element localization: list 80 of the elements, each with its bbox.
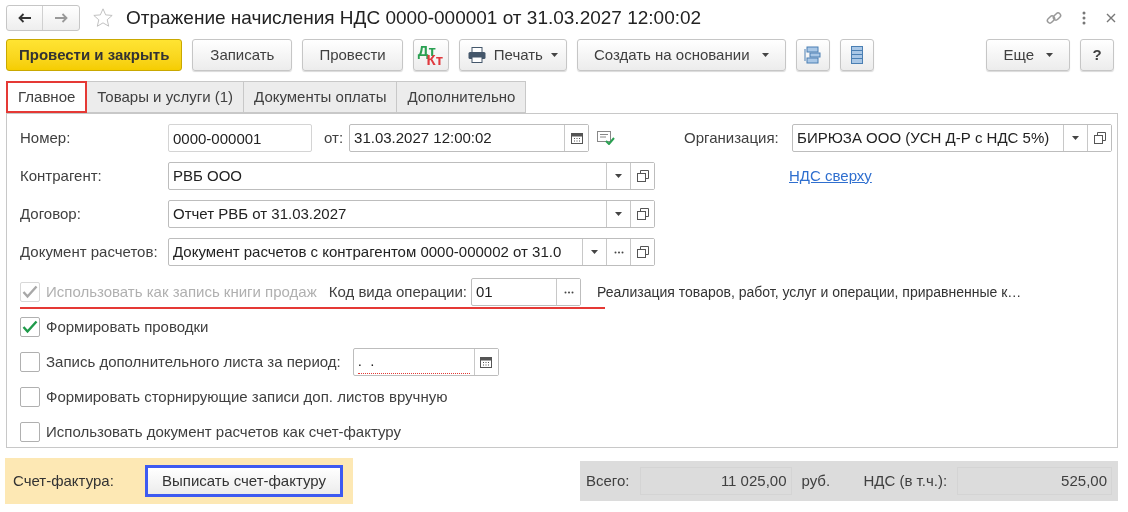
open-button[interactable] [1087,125,1112,151]
select-field[interactable]: Отчет РВБ от 31.03.2027 [168,200,655,228]
printer-icon [467,47,486,63]
currency-label: руб. [801,470,832,491]
list-button[interactable] [839,39,874,71]
calendar-icon [480,356,493,368]
close-icon[interactable] [1106,13,1116,23]
checkbox-label: Запись дополнительного листа за период: [46,351,341,372]
post-and-close-button[interactable]: Провести и закрыть [6,39,183,71]
open-button[interactable] [630,201,654,227]
vat-on-top-link[interactable]: НДС сверху [789,164,872,188]
checkbox-label: Формировать сторнирующие записи доп. листов вручную [46,386,448,407]
link-icon[interactable] [1046,10,1062,26]
structure-button[interactable] [795,39,830,71]
checkbox-label: Использовать как запись книги продаж [46,281,317,302]
select-field[interactable]: Документ расчетов с контрагентом 0000-000002 от 31.0 [168,238,655,266]
organization-field[interactable]: БИРЮЗА ООО (УСН Д-Р с НДС 5%) [792,124,1113,152]
debit-credit-button[interactable]: Дт Кт [412,39,449,71]
number-field[interactable]: 0000-000001 [168,124,312,152]
checkbox-label: Использовать документ расчетов как счет-фактуру [46,421,401,442]
select-field[interactable]: РВБ ООО [168,162,655,190]
caret-icon [550,53,558,57]
field-label: Номер: [20,127,72,148]
caret-icon [615,174,622,178]
caret-icon [1072,136,1080,140]
more-icon[interactable] [1082,11,1086,25]
field-label: Организация: [684,127,780,148]
caret-icon [591,250,598,254]
checkbox-label: Формировать проводки [46,316,209,337]
window-title: Отражение начисления НДС 0000-000001 от 31.03.2027 12:00:02 [126,5,702,30]
checkmark-icon [22,320,38,334]
open-window-icon [636,170,649,182]
calendar-button[interactable] [564,125,589,151]
open-window-icon [636,208,649,220]
tab[interactable]: Главное [6,81,88,113]
arrow-right-icon [54,13,68,23]
star-icon[interactable] [92,7,114,29]
checkbox[interactable] [20,352,40,372]
caret-icon [615,212,622,216]
menu-button[interactable]: Создать на основании [576,39,786,71]
open-window-icon [636,246,649,258]
checkbox[interactable] [20,422,40,442]
invoice-label: Счет-фактура: [13,470,115,491]
total-label: Всего: [586,470,630,491]
caret-icon [761,53,769,57]
checkbox[interactable] [20,387,40,407]
ellipsis-icon [563,290,574,294]
ellipsis-icon [613,250,624,254]
field-label: от: [324,127,344,148]
checkbox[interactable] [20,317,40,337]
field-label: Код вида операции: [328,281,467,302]
vat-label: НДС (в т.ч.): [863,470,948,491]
hierarchy-icon [803,46,822,64]
vat-amount: 525,00 [957,467,1112,495]
period-field[interactable]: . . [352,348,499,376]
toolbar-button[interactable]: Провести [302,39,403,71]
tab[interactable]: Товары и услуги (1) [87,81,245,113]
date-field[interactable]: 31.03.2027 12:00:02 [349,124,590,152]
field-label: Контрагент: [20,165,103,186]
field-label: Договор: [20,203,82,224]
caret-icon [1046,53,1053,57]
open-button[interactable] [630,163,654,189]
document-check-icon[interactable] [597,131,616,145]
tab[interactable]: Дополнительно [397,81,527,113]
help-button[interactable]: ? [1080,39,1114,71]
checkmark-icon [22,285,38,299]
calendar-icon [570,132,583,144]
list-icon [850,46,863,64]
total-amount: 11 025,00 [639,467,792,495]
field-label: Документ расчетов: [20,241,159,262]
arrow-left-icon [17,13,32,23]
open-window-icon [1093,132,1106,144]
operation-description: Реализация товаров, работ, услуг и операции, приравненные к… [597,282,1022,302]
toolbar-button[interactable]: Записать [192,39,293,71]
print-button[interactable]: Печать [458,39,567,71]
issue-invoice-button[interactable]: Выписать счет-фактуру [145,465,343,497]
menu-button[interactable]: Еще [986,39,1070,71]
calendar-button[interactable] [473,349,498,375]
open-button[interactable] [630,239,654,265]
tab[interactable]: Документы оплаты [244,81,398,113]
